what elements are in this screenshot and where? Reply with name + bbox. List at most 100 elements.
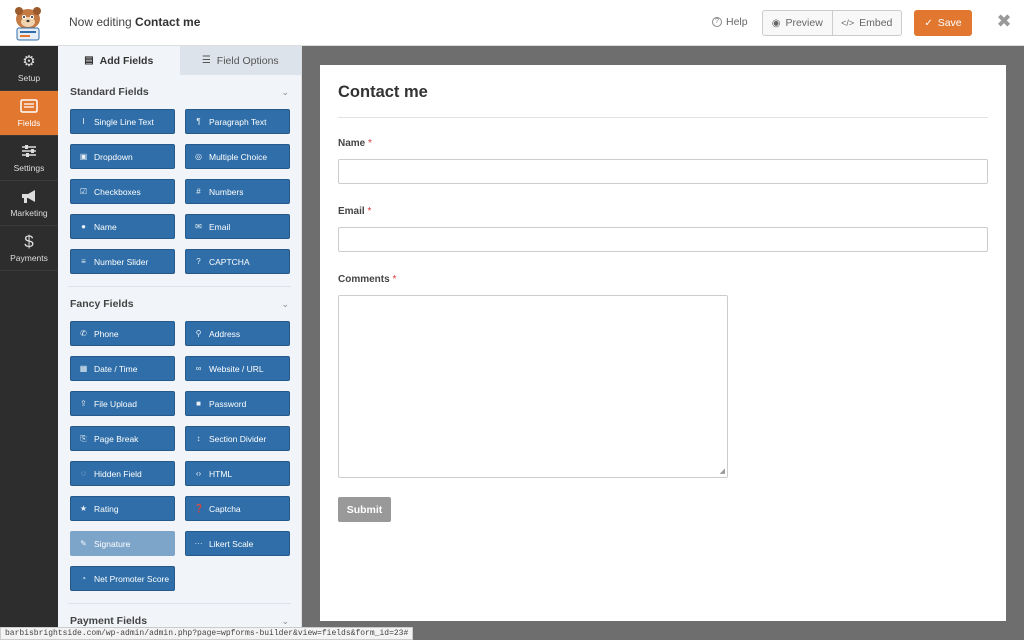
name-field[interactable] — [338, 159, 988, 184]
sidebar-item-settings[interactable]: Settings — [0, 136, 58, 181]
field-button-checkboxes[interactable]: ☑ Checkboxes — [70, 179, 175, 204]
payment-fields-header[interactable]: Payment Fields ⌄ — [58, 604, 301, 628]
sidebar-item-marketing[interactable]: Marketing — [0, 181, 58, 226]
page-break-icon: ⎘ — [80, 433, 87, 443]
tab-field-options[interactable]: ☰ Field Options — [179, 46, 301, 75]
editing-form-name: Contact me — [135, 15, 201, 29]
megaphone-icon — [20, 189, 38, 205]
user-icon: ● — [81, 222, 86, 231]
chevron-down-icon: ⌄ — [281, 615, 289, 626]
field-button-signature[interactable]: ✎ Signature — [70, 531, 175, 556]
text-cursor-icon: Ⅰ — [82, 117, 85, 126]
tab-label: Field Options — [216, 54, 279, 67]
help-link[interactable]: ? Help — [712, 16, 748, 28]
fancy-fields-grid: ✆ Phone ⚲ Address ▦ Date / Time ∞ Website / … — [58, 321, 301, 591]
field-button-address[interactable]: ⚲ Address — [185, 321, 290, 346]
field-button-label: Email — [209, 221, 231, 232]
dollar-icon: $ — [24, 231, 34, 251]
help-icon: ? — [712, 17, 722, 27]
field-button-label: Rating — [94, 503, 119, 514]
field-button-label: File Upload — [94, 398, 137, 409]
name-label: Name * — [338, 138, 372, 149]
email-field[interactable] — [338, 227, 988, 252]
close-icon[interactable]: ✖ — [996, 12, 1012, 30]
field-button-single-line-text[interactable]: Ⅰ Single Line Text — [70, 109, 175, 134]
field-button-date-time[interactable]: ▦ Date / Time — [70, 356, 175, 381]
upload-icon: ⇪ — [80, 399, 87, 408]
sidebar-item-setup[interactable]: ⚙ Setup — [0, 46, 58, 91]
checkbox-icon: ☑ — [79, 187, 88, 196]
check-icon: ✓ — [924, 17, 933, 29]
help-label: Help — [726, 16, 748, 28]
field-button-likert-scale[interactable]: ··· Likert Scale — [185, 531, 290, 556]
field-button-website-url[interactable]: ∞ Website / URL — [185, 356, 290, 381]
field-button-captcha[interactable]: ? CAPTCHA — [185, 249, 290, 274]
link-icon: ∞ — [195, 364, 202, 373]
wpforms-logo — [8, 5, 48, 41]
sidebar-item-payments[interactable]: $ Payments — [0, 226, 58, 271]
field-button-label: Numbers — [209, 186, 244, 197]
field-button-label: Signature — [94, 538, 131, 549]
browser-status-url: barbisbrightside.com/wp-admin/admin.php?… — [0, 627, 414, 640]
field-button-label: HTML — [209, 468, 233, 479]
field-button-html[interactable]: ‹› HTML — [185, 461, 290, 486]
field-button-password[interactable]: ■ Password — [185, 391, 290, 416]
field-button-hidden-field[interactable]: ◌ Hidden Field — [70, 461, 175, 486]
top-bar: Now editing Contact me ? Help ◉ Preview … — [0, 0, 1024, 46]
section-title: Payment Fields — [70, 615, 148, 627]
submit-button[interactable]: Submit — [338, 497, 391, 522]
field-button-label: Date / Time — [94, 363, 138, 374]
field-button-section-divider[interactable]: ↕ Section Divider — [185, 426, 290, 451]
name-label-text: Name — [338, 138, 366, 149]
standard-fields-header[interactable]: Standard Fields ⌄ — [58, 75, 301, 109]
paragraph-icon: ¶ — [196, 117, 201, 126]
ellipsis-icon: ··· — [194, 539, 203, 548]
field-button-rating[interactable]: ★ Rating — [70, 496, 175, 521]
field-button-number-slider[interactable]: ≡ Number Slider — [70, 249, 175, 274]
field-button-label: Single Line Text — [94, 116, 154, 127]
field-button-multiple-choice[interactable]: ◎ Multiple Choice — [185, 144, 290, 169]
star-icon: ★ — [79, 504, 88, 513]
required-mark: * — [367, 206, 372, 217]
field-button-label: Website / URL — [209, 363, 264, 374]
comments-textarea[interactable]: ◢ — [338, 295, 728, 478]
tab-add-fields[interactable]: ▤ Add Fields — [58, 46, 180, 75]
preview-button[interactable]: ◉ Preview — [763, 11, 832, 35]
save-label: Save — [937, 17, 962, 29]
phone-icon: ✆ — [80, 329, 87, 338]
email-label-text: Email — [338, 206, 365, 217]
radio-icon: ◎ — [195, 152, 202, 161]
sidebar-item-label: Marketing — [10, 207, 48, 218]
field-button-page-break[interactable]: ⎘ Page Break — [70, 426, 175, 451]
field-button-captcha-fancy[interactable]: ❓ Captcha — [185, 496, 290, 521]
field-button-file-upload[interactable]: ⇪ File Upload — [70, 391, 175, 416]
sidebar-item-fields[interactable]: Fields — [0, 91, 58, 136]
fancy-fields-header[interactable]: Fancy Fields ⌄ — [58, 287, 301, 321]
field-button-phone[interactable]: ✆ Phone — [70, 321, 175, 346]
field-button-label: Hidden Field — [94, 468, 142, 479]
save-button[interactable]: ✓ Save — [914, 10, 972, 36]
fields-panel: ▤ Add Fields ☰ Field Options Standard Fi… — [58, 46, 302, 628]
field-button-label: Number Slider — [94, 256, 149, 267]
field-button-numbers[interactable]: # Numbers — [185, 179, 290, 204]
form-title: Contact me — [338, 83, 428, 101]
field-button-label: Paragraph Text — [209, 116, 267, 127]
resize-handle-icon[interactable]: ◢ — [720, 467, 725, 475]
field-button-label: Password — [209, 398, 247, 409]
sidebar-item-label: Setup — [17, 72, 41, 83]
tab-label: Add Fields — [99, 54, 154, 67]
chevron-down-icon: ⌄ — [281, 298, 289, 309]
embed-label: Embed — [859, 17, 893, 29]
field-button-label: Captcha — [209, 503, 241, 514]
field-button-email[interactable]: ✉ Email — [185, 214, 290, 239]
field-button-name[interactable]: ● Name — [70, 214, 175, 239]
field-button-paragraph-text[interactable]: ¶ Paragraph Text — [185, 109, 290, 134]
embed-button[interactable]: </> Embed — [831, 11, 902, 35]
field-button-net-promoter-score[interactable]: ◔ Net Promoter Score — [70, 566, 175, 591]
field-button-label: Multiple Choice — [209, 151, 268, 162]
slider-icon: ≡ — [81, 257, 86, 266]
field-button-dropdown[interactable]: ▣ Dropdown — [70, 144, 175, 169]
eye-slash-icon: ◌ — [81, 469, 86, 478]
form-card: Contact me Name * Email * Comments * ◢ S… — [320, 65, 1006, 621]
chevron-down-icon: ⌄ — [281, 86, 289, 97]
